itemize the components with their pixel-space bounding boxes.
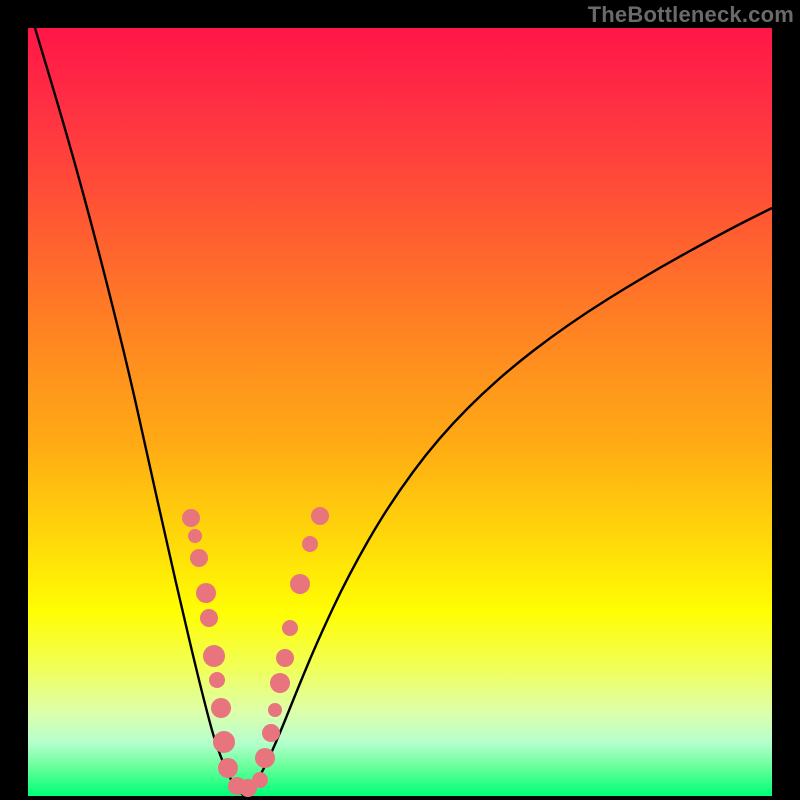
data-marker bbox=[196, 583, 216, 603]
data-marker bbox=[203, 645, 225, 667]
data-marker bbox=[188, 529, 202, 543]
data-marker bbox=[270, 673, 290, 693]
data-marker bbox=[190, 549, 208, 567]
data-marker bbox=[255, 748, 275, 768]
data-marker bbox=[209, 672, 225, 688]
data-marker bbox=[182, 509, 200, 527]
data-marker bbox=[213, 731, 235, 753]
data-marker bbox=[276, 649, 294, 667]
data-marker bbox=[268, 703, 282, 717]
data-marker bbox=[200, 609, 218, 627]
data-marker bbox=[311, 507, 329, 525]
marker-layer bbox=[182, 507, 329, 797]
data-marker bbox=[282, 620, 298, 636]
data-marker bbox=[252, 772, 268, 788]
data-marker bbox=[262, 724, 280, 742]
data-marker bbox=[211, 698, 231, 718]
bottleneck-curve-right bbox=[244, 208, 772, 796]
chart-svg bbox=[28, 28, 772, 796]
data-marker bbox=[290, 574, 310, 594]
watermark-text: TheBottleneck.com bbox=[588, 2, 794, 28]
data-marker bbox=[218, 758, 238, 778]
chart-frame bbox=[0, 0, 800, 800]
data-marker bbox=[302, 536, 318, 552]
chart-plot-area bbox=[28, 28, 772, 796]
